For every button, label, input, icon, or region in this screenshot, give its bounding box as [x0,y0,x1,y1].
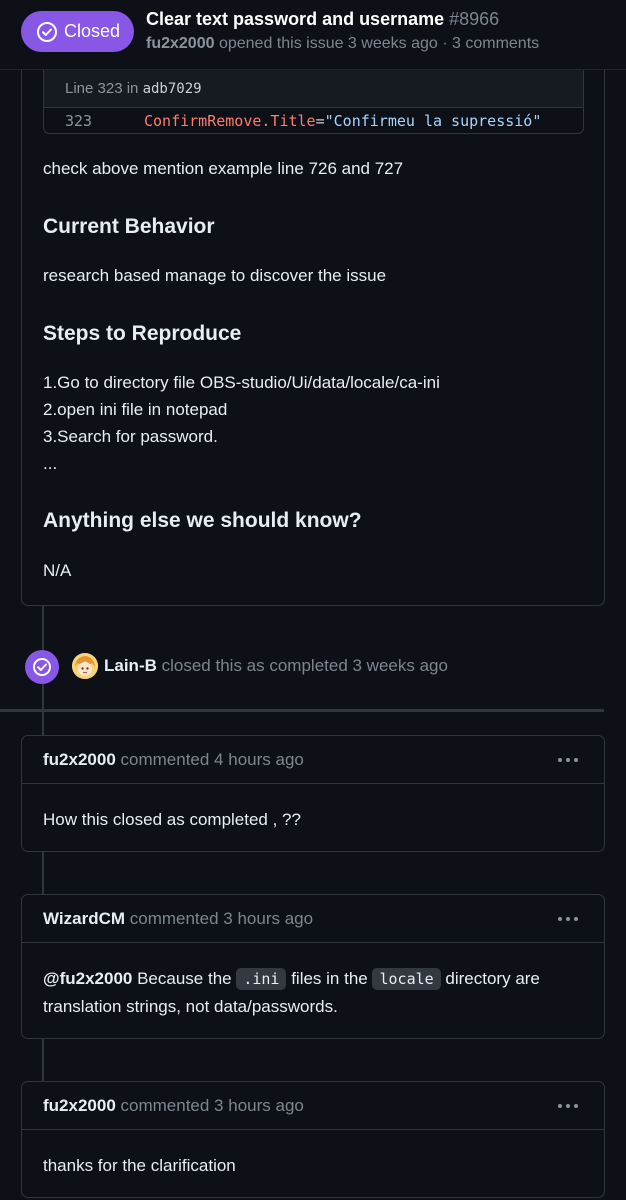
issue-title-text: Clear text password and username [146,9,445,29]
sticky-issue-header: Closed Clear text password and username … [0,0,626,70]
inline-code: .ini [236,968,287,990]
code-equals: = [315,112,325,130]
comment-meta[interactable]: commented 3 hours ago [130,909,313,928]
timeline-line [42,606,44,650]
code-line-prefix: Line 323 in [65,80,139,97]
code-line-number[interactable]: 323 [44,112,144,130]
meta-separator: · [442,35,448,52]
user-mention[interactable]: @fu2x2000 [43,969,132,988]
step-item: 1.Go to directory file OBS-studio/Ui/dat… [43,373,440,392]
timeline-divider [0,709,604,712]
comment-header: fu2x2000 commented 3 hours ago [22,1082,604,1130]
comment-card: fu2x2000 commented 3 hours ago thanks fo… [21,1081,605,1198]
issue-author[interactable]: fu2x2000 [146,35,215,52]
comment-header: WizardCM commented 3 hours ago [22,895,604,943]
comment-body: @fu2x2000 Because the .ini files in the … [22,943,604,1020]
comment-author[interactable]: fu2x2000 [43,750,116,769]
steps-list: 1.Go to directory file OBS-studio/Ui/dat… [43,369,583,477]
issue-meta: fu2x2000 opened this issue 3 weeks ago ·… [146,35,539,53]
issue-number: #8966 [449,9,500,29]
comment-header: fu2x2000 commented 4 hours ago [22,736,604,784]
closed-event: Lain-B closed this as completed 3 weeks … [104,656,448,676]
comment-text: files in the [291,969,368,988]
step-item: 3.Search for password. [43,427,218,446]
more-options-icon[interactable] [556,748,580,772]
code-permalink-meta: Line 323 in adb7029 [44,70,583,108]
issue-body-text: check above mention example line 726 and… [43,155,583,182]
step-item: ... [43,454,58,473]
closed-check-icon [25,650,59,684]
body-intro: check above mention example line 726 and… [43,159,404,178]
comment-text: How this closed as completed , ?? [43,810,301,829]
issue-body-card: Line 323 in adb7029 323 ConfirmRemove.Ti… [21,40,605,606]
comment-count: 3 comments [452,35,540,52]
commit-sha-link[interactable]: adb7029 [143,81,202,97]
avatar[interactable] [72,653,98,679]
heading-anything-else: Anything else we should know? [43,509,362,532]
event-text: closed this as completed 3 weeks ago [161,656,448,675]
comment-card: WizardCM commented 3 hours ago @fu2x2000… [21,894,605,1039]
comment-author[interactable]: WizardCM [43,909,125,928]
issue-title: Clear text password and username #8966 [146,9,499,30]
heading-steps: Steps to Reproduce [43,322,242,345]
inline-code: locale [372,968,441,990]
timeline-line [42,852,44,894]
comment-card: fu2x2000 commented 4 hours ago How this … [21,735,605,852]
more-options-icon[interactable] [556,1094,580,1118]
timeline-line [42,712,44,735]
code-value: "Confirmeu la supressió" [324,112,542,130]
comment-text: thanks for the clarification [43,1156,236,1175]
state-label: Closed [64,21,121,41]
state-badge: Closed [21,11,134,52]
event-actor[interactable]: Lain-B [104,656,157,675]
current-behavior-text: research based manage to discover the is… [43,266,387,285]
code-line: 323 ConfirmRemove.Title = "Confirmeu la su… [44,108,583,133]
timeline-line [42,1039,44,1081]
code-permalink-embed: Line 323 in adb7029 323 ConfirmRemove.Ti… [43,70,584,134]
closed-check-icon [37,21,57,42]
step-item: 2.open ini file in notepad [43,400,228,419]
comment-text: Because the [137,969,232,988]
comment-author[interactable]: fu2x2000 [43,1096,116,1115]
comment-body: thanks for the clarification [22,1130,604,1179]
issue-opened-text: opened this issue 3 weeks ago [218,35,438,52]
heading-current-behavior: Current Behavior [43,215,215,238]
comment-meta[interactable]: commented 4 hours ago [121,750,304,769]
more-options-icon[interactable] [556,907,580,931]
comment-body: How this closed as completed , ?? [22,784,604,833]
anything-else-text: N/A [43,561,72,580]
timeline-line [42,684,44,710]
comment-meta[interactable]: commented 3 hours ago [121,1096,304,1115]
code-key: ConfirmRemove.Title [144,112,316,130]
